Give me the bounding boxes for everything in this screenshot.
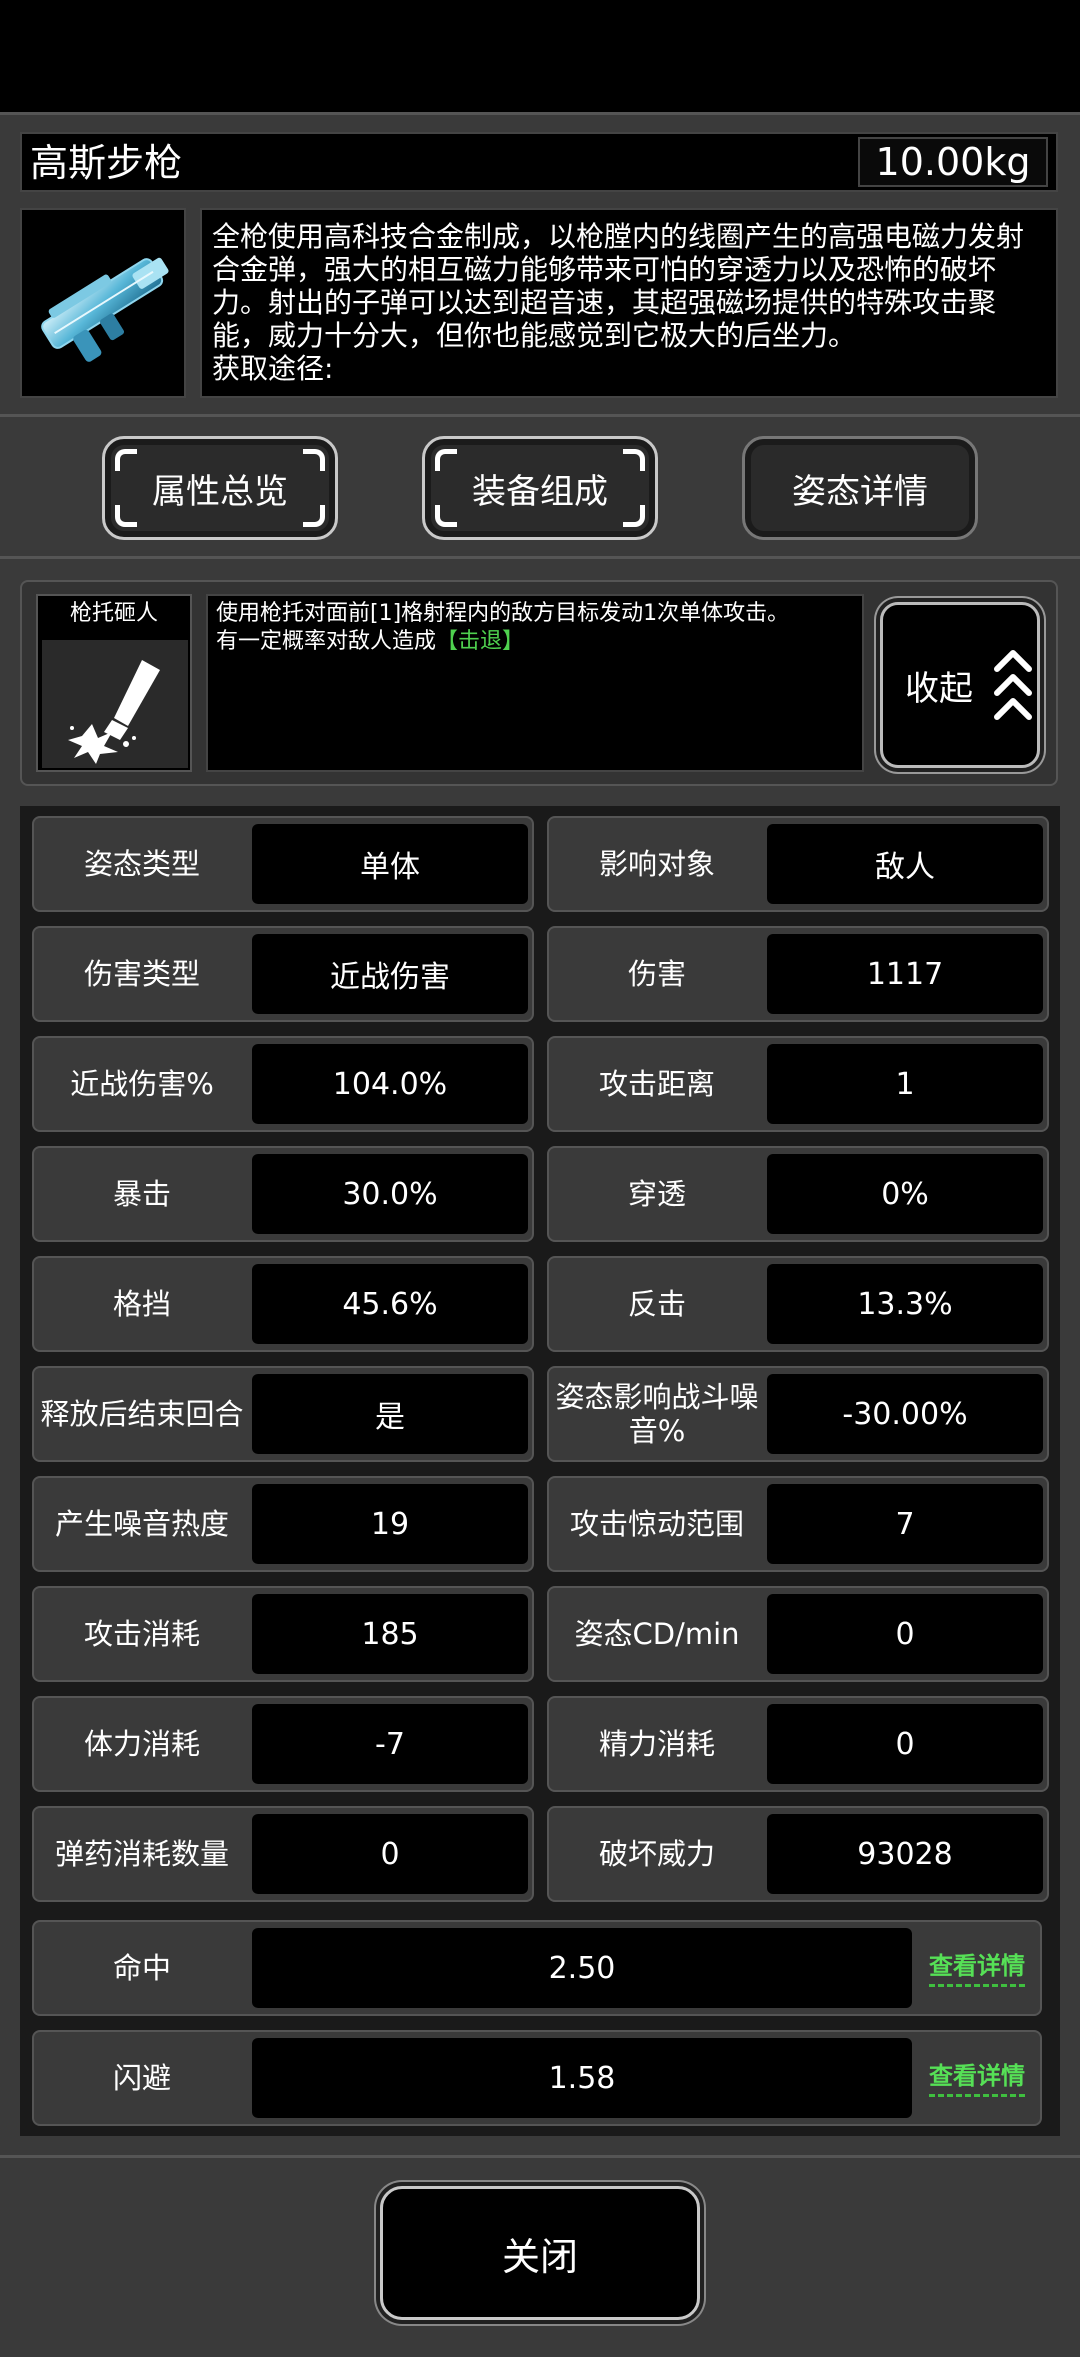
skill-desc-line2: 有一定概率对敌人造成 — [216, 629, 437, 654]
chevron-up-triple-icon — [994, 650, 1032, 720]
smash-icon — [68, 660, 160, 764]
skill-desc-line1: 使用枪托对面前[1]格射程内的敌方目标发动1次单体攻击。 — [216, 601, 790, 626]
skill-name: 枪托砸人 — [69, 601, 158, 626]
stat-label: 产生噪音热度 — [54, 1507, 229, 1541]
stat-value: 19 — [252, 1484, 528, 1564]
stat-label: 反击 — [627, 1287, 686, 1321]
stat-cell: 伤害 1117 — [547, 926, 1049, 1022]
item-description: 全枪使用高科技合金制成，以枪膛内的线圈产生的高强电磁力发射合金弹，强大的相互磁力… — [200, 208, 1058, 398]
stat-cell: 体力消耗 -7 — [32, 1696, 534, 1792]
item-thumbnail — [20, 208, 186, 398]
stat-cell: 姿态影响战斗噪音% -30.00% — [547, 1366, 1049, 1462]
section-divider — [0, 2155, 1080, 2158]
stat-cell: 格挡 45.6% — [32, 1256, 534, 1352]
stat-label: 伤害 — [627, 957, 686, 991]
gauss-rifle-icon — [41, 257, 169, 362]
stat-label: 精力消耗 — [598, 1727, 715, 1761]
skill-icon-card: 枪托砸人 — [36, 594, 192, 772]
stat-label: 弹药消耗数量 — [54, 1837, 229, 1871]
stat-label: 伤害类型 — [83, 957, 200, 991]
stat-label: 姿态影响战斗噪音% — [555, 1380, 759, 1448]
skill-effect-knockback: 【击退】 — [436, 629, 525, 654]
stat-label: 攻击惊动范围 — [569, 1507, 744, 1541]
view-details-link[interactable]: 查看详情 — [929, 1946, 1025, 1987]
stat-cell: 产生噪音热度 19 — [32, 1476, 534, 1572]
stat-label: 暴击 — [112, 1177, 171, 1211]
tab-label: 属性总览 — [152, 471, 288, 512]
stat-value: 13.3% — [767, 1264, 1043, 1344]
stat-value: -7 — [252, 1704, 528, 1784]
stat-value: 104.0% — [252, 1044, 528, 1124]
collapse-label: 收起 — [905, 668, 973, 709]
source-label: 获取途径: — [212, 352, 334, 385]
stat-cell: 释放后结束回合是 — [32, 1366, 534, 1462]
skill-description: 使用枪托对面前[1]格射程内的敌方目标发动1次单体攻击。 有一定概率对敌人造成【… — [206, 594, 864, 772]
stat-cell: 伤害类型 近战伤害 — [32, 926, 534, 1022]
stat-value: 敌人 — [767, 824, 1043, 904]
stat-row-hit: 命中 2.50 查看详情 — [32, 1920, 1042, 2016]
stat-label: 姿态类型 — [83, 847, 200, 881]
stat-value: 1.58 — [252, 2038, 912, 2118]
stat-value: 93028 — [767, 1814, 1043, 1894]
stat-label: 破坏威力 — [598, 1837, 715, 1871]
tab-label: 装备组成 — [472, 471, 608, 512]
stat-row-dodge: 闪避 1.58 查看详情 — [32, 2030, 1042, 2126]
stat-label: 攻击距离 — [598, 1067, 715, 1101]
item-name: 高斯步枪 — [30, 141, 183, 185]
stat-value: 30.0% — [252, 1154, 528, 1234]
view-details-link[interactable]: 查看详情 — [929, 2056, 1025, 2097]
description-text: 全枪使用高科技合金制成，以枪膛内的线圈产生的高强电磁力发射合金弹，强大的相互磁力… — [212, 220, 1025, 352]
tab-equipment-composition[interactable]: 装备组成 — [422, 436, 658, 540]
stat-value: 7 — [767, 1484, 1043, 1564]
close-label: 关闭 — [501, 2234, 578, 2279]
stat-cell: 姿态类型 单体 — [32, 816, 534, 912]
item-title-bar: 高斯步枪 10.00kg — [20, 132, 1058, 192]
stat-cell: 攻击距离 1 — [547, 1036, 1049, 1132]
stat-value: -30.00% — [767, 1374, 1043, 1454]
stat-cell: 近战伤害% 104.0% — [32, 1036, 534, 1132]
stat-value: 0 — [767, 1704, 1043, 1784]
stat-cell: 影响对象 敌人 — [547, 816, 1049, 912]
stat-cell: 精力消耗 0 — [547, 1696, 1049, 1792]
stat-label: 近战伤害% — [70, 1067, 214, 1101]
stat-cell: 穿透 0% — [547, 1146, 1049, 1242]
stat-label: 闪避 — [112, 2061, 171, 2095]
stat-value: 0 — [767, 1594, 1043, 1674]
stat-value: 185 — [252, 1594, 528, 1674]
collapse-button[interactable]: 收起 — [880, 602, 1040, 768]
stat-cell: 破坏威力 93028 — [547, 1806, 1049, 1902]
stat-cell: 弹药消耗数量 0 — [32, 1806, 534, 1902]
stat-value: 1117 — [767, 934, 1043, 1014]
stat-value: 2.50 — [252, 1928, 912, 2008]
tab-stance-details[interactable]: 姿态详情 — [742, 436, 978, 540]
stat-cell: 姿态CD/min 0 — [547, 1586, 1049, 1682]
stat-value: 0 — [252, 1814, 528, 1894]
stat-value: 近战伤害 — [252, 934, 528, 1014]
stat-label: 攻击消耗 — [83, 1617, 200, 1651]
section-divider — [0, 556, 1080, 559]
close-button[interactable]: 关闭 — [380, 2186, 700, 2320]
stat-cell: 暴击 30.0% — [32, 1146, 534, 1242]
stat-cell: 攻击惊动范围 7 — [547, 1476, 1049, 1572]
stat-value: 是 — [252, 1374, 528, 1454]
stat-label: 姿态CD/min — [574, 1617, 740, 1651]
item-weight: 10.00kg — [858, 137, 1048, 187]
stat-value: 45.6% — [252, 1264, 528, 1344]
stat-cell: 反击 13.3% — [547, 1256, 1049, 1352]
stat-label: 格挡 — [112, 1287, 171, 1321]
stat-label: 释放后结束回合 — [40, 1397, 244, 1431]
tab-attribute-overview[interactable]: 属性总览 — [102, 436, 338, 540]
stat-value: 单体 — [252, 824, 528, 904]
stat-value: 1 — [767, 1044, 1043, 1124]
stat-label: 体力消耗 — [83, 1727, 200, 1761]
stat-cell: 攻击消耗 185 — [32, 1586, 534, 1682]
stat-label: 命中 — [112, 1951, 171, 1985]
stat-label: 穿透 — [627, 1177, 686, 1211]
stat-label: 影响对象 — [598, 847, 715, 881]
stat-value: 0% — [767, 1154, 1043, 1234]
tab-label: 姿态详情 — [792, 471, 928, 512]
section-divider — [0, 414, 1080, 417]
